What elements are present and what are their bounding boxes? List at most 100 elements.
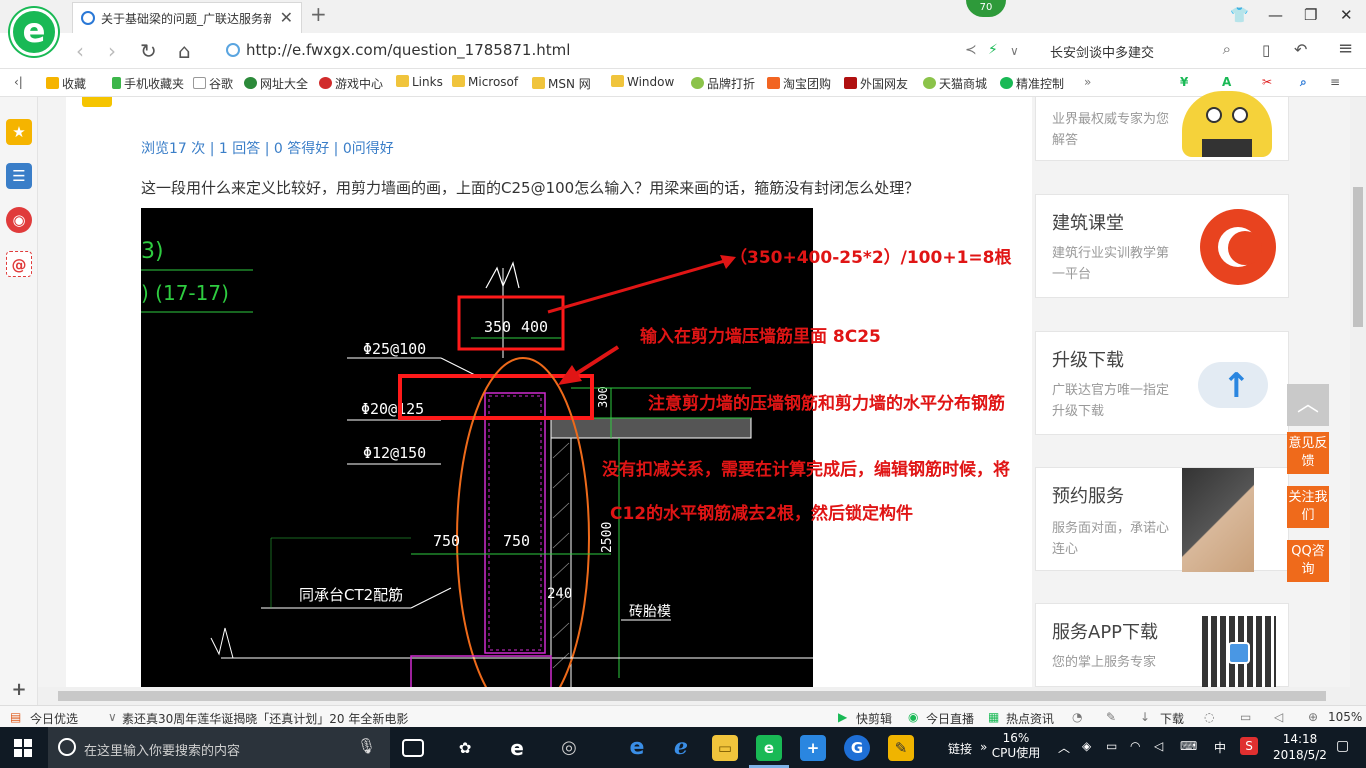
edge-icon[interactable]: e <box>624 735 650 761</box>
currency-icon[interactable]: ¥ <box>1180 75 1188 89</box>
chevron-down-icon[interactable]: ∨ <box>108 710 117 724</box>
bookmark-item[interactable]: 手机收藏夹 <box>112 75 184 92</box>
reading-list-icon[interactable]: ☰ <box>6 163 32 189</box>
new-tab-button[interactable]: + <box>310 2 327 26</box>
url-field[interactable]: http://e.fwxgx.com/question_1785871.html <box>226 39 956 63</box>
spiral-app-icon[interactable]: ◎ <box>556 735 582 761</box>
restore-icon[interactable]: ❐ <box>1304 6 1317 24</box>
back-to-top-icon[interactable]: ︿ <box>1287 384 1329 426</box>
bookmark-item[interactable]: 游戏中心 <box>319 75 383 92</box>
forward-icon[interactable]: › <box>108 39 116 63</box>
card-expert[interactable]: 业界最权威专家为您解答 <box>1035 91 1289 161</box>
more-bookmarks-icon[interactable]: » <box>1084 75 1091 89</box>
bookmark-item[interactable]: Links <box>396 75 443 89</box>
task-view-icon[interactable] <box>402 739 424 757</box>
g-app-icon[interactable]: G <box>844 735 870 761</box>
lightning-icon[interactable]: ⚡ <box>988 42 998 58</box>
zoom-icon[interactable]: ⊕ <box>1308 710 1318 724</box>
shirt-skin-icon[interactable]: 👕 <box>1230 6 1249 24</box>
windows-start-icon[interactable] <box>14 739 32 757</box>
window-icon[interactable]: ▭ <box>1240 710 1251 724</box>
vertical-scroll-thumb[interactable] <box>1353 187 1363 327</box>
search-icon[interactable]: ⌕ <box>1223 40 1231 58</box>
speed-icon[interactable]: ◔ <box>1072 710 1082 724</box>
file-explorer-icon[interactable]: ▭ <box>712 735 738 761</box>
bookmark-item[interactable]: 外国网友 <box>844 75 908 92</box>
speaker-icon[interactable]: ◁ <box>1274 710 1283 724</box>
follow-button[interactable]: 关注我们 <box>1287 486 1329 528</box>
zoom-level[interactable]: 105% <box>1328 710 1362 724</box>
cpu-meter[interactable]: 16% CPU使用 <box>990 731 1042 761</box>
clock[interactable]: 14:18 2018/5/2 <box>1270 731 1330 763</box>
chevron-down-icon[interactable]: ∨ <box>1010 44 1019 58</box>
news-ticker[interactable]: 素还真30周年莲华诞揭晓「还真计划」20 年全新电影 <box>122 710 408 727</box>
download-label[interactable]: 下载 <box>1160 710 1184 727</box>
favorites-icon[interactable]: ★ <box>6 119 32 145</box>
network-icon[interactable]: ▭ <box>1106 739 1117 753</box>
horizontal-scrollbar[interactable] <box>38 687 1350 705</box>
card-classroom[interactable]: 建筑课堂 建筑行业实训教学第一平台 <box>1035 194 1289 298</box>
minimize-icon[interactable]: — <box>1268 6 1283 24</box>
ie-icon[interactable]: ℯ <box>668 735 694 761</box>
vertical-scrollbar[interactable] <box>1350 97 1366 705</box>
card-appointment[interactable]: 预约服务 服务面对面，承诺心连心 <box>1035 467 1289 572</box>
tray-app-icon[interactable]: ◈ <box>1082 739 1091 753</box>
browser-tab[interactable]: 关于基础梁的问题_广联达服务新 ✕ <box>72 2 302 33</box>
bookmark-item[interactable]: 品牌打折 <box>691 75 755 92</box>
back-icon[interactable]: ‹ <box>76 39 84 63</box>
refresh-icon[interactable]: ↻ <box>140 39 157 63</box>
bookmark-item[interactable]: 精准控制 <box>1000 75 1064 92</box>
sync-icon[interactable]: ◌ <box>1204 710 1214 724</box>
more-tools-icon[interactable]: ≡ <box>1330 75 1340 89</box>
translate-icon[interactable]: A <box>1222 75 1231 89</box>
feedback-button[interactable]: 意见反馈 <box>1287 432 1329 474</box>
tools-icon[interactable]: ✎ <box>1106 710 1116 724</box>
plus-app-icon[interactable]: + <box>800 735 826 761</box>
keyboard-icon[interactable]: ⌨ <box>1180 739 1197 753</box>
bookmark-item[interactable]: Microsof <box>452 75 518 89</box>
add-sidebar-icon[interactable]: + <box>6 677 32 703</box>
bookmark-item[interactable]: MSN 网 <box>532 75 591 92</box>
bookmark-item[interactable]: 收藏 <box>46 75 86 92</box>
notification-center-icon[interactable]: ▢ <box>1336 738 1349 754</box>
hot-news[interactable]: 热点资讯 <box>1006 710 1054 727</box>
scissors-icon[interactable]: ✂ <box>1262 75 1272 89</box>
wifi-icon[interactable]: ◠ <box>1130 739 1140 753</box>
toolbar-chevron-icon[interactable]: » <box>980 740 987 754</box>
microphone-icon[interactable]: 🎙 <box>357 737 376 755</box>
volume-icon[interactable]: ◁ <box>1154 739 1163 753</box>
notification-badge[interactable]: 70 <box>966 0 1006 17</box>
tab-close-icon[interactable]: ✕ <box>280 8 293 27</box>
undo-icon[interactable]: ↶ <box>1294 40 1307 59</box>
menu-icon[interactable]: ≡ <box>1338 38 1353 59</box>
horizontal-scroll-thumb[interactable] <box>58 691 1326 701</box>
tray-up-icon[interactable]: ︿ <box>1058 739 1070 756</box>
phone-icon[interactable]: ▯ <box>1262 41 1270 59</box>
today-picks[interactable]: 今日优选 <box>30 710 78 727</box>
share-icon[interactable]: ≺ <box>965 42 977 58</box>
card-app[interactable]: 服务APP下载 您的掌上服务专家 <box>1035 603 1289 688</box>
qq-consult-button[interactable]: QQ咨询 <box>1287 540 1329 582</box>
edge-legacy-icon[interactable]: e <box>504 735 530 761</box>
card-upgrade[interactable]: 升级下载 广联达官方唯一指定升级下载 ↑ <box>1035 331 1289 435</box>
links-toolbar[interactable]: 链接 <box>948 740 972 757</box>
browser-logo[interactable]: e <box>10 8 58 56</box>
weibo-icon[interactable]: ◉ <box>6 207 32 233</box>
quick-edit[interactable]: 快剪辑 <box>856 710 892 727</box>
notes-app-icon[interactable]: ✎ <box>888 735 914 761</box>
pinwheel-app-icon[interactable]: ✿ <box>452 735 478 761</box>
home-icon[interactable]: ⌂ <box>178 39 191 63</box>
find-icon[interactable]: ⌕ <box>1300 75 1307 90</box>
bookmark-item[interactable]: 天猫商城 <box>923 75 987 92</box>
cortana-icon[interactable] <box>58 738 76 756</box>
close-window-icon[interactable]: ✕ <box>1340 6 1353 24</box>
browser-taskbar-icon[interactable]: e <box>756 735 782 761</box>
collapse-icon[interactable]: ‹| <box>14 75 23 89</box>
taskbar-search[interactable]: 在这里输入你要搜索的内容 🎙 <box>48 727 390 768</box>
sogou-icon[interactable]: S <box>1240 737 1258 755</box>
bookmark-item[interactable]: 谷歌 <box>193 75 233 92</box>
today-live[interactable]: 今日直播 <box>926 710 974 727</box>
mail-icon[interactable]: @ <box>6 251 32 277</box>
bookmark-item[interactable]: 网址大全 <box>244 75 308 92</box>
search-box[interactable]: 长安剑谈中多建交 ⌕ <box>1042 39 1237 63</box>
